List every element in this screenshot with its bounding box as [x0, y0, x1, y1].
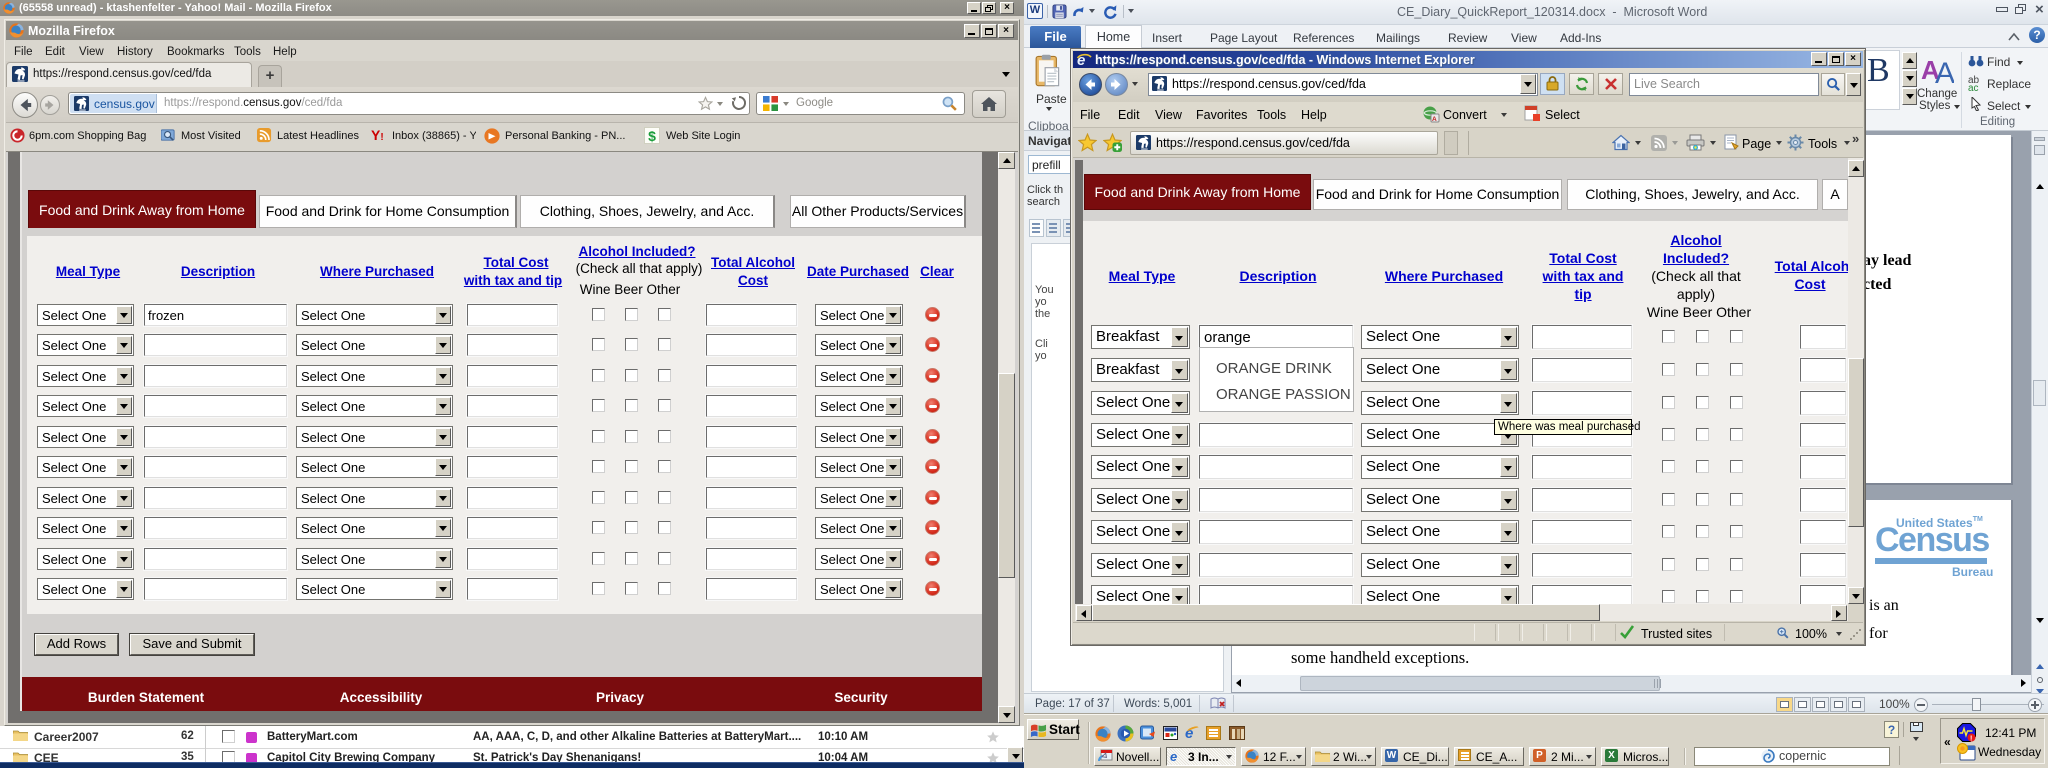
svg-text:A: A [1432, 116, 1437, 123]
svg-text:!: ! [1970, 736, 1972, 743]
svg-text:A: A [1935, 57, 1954, 87]
